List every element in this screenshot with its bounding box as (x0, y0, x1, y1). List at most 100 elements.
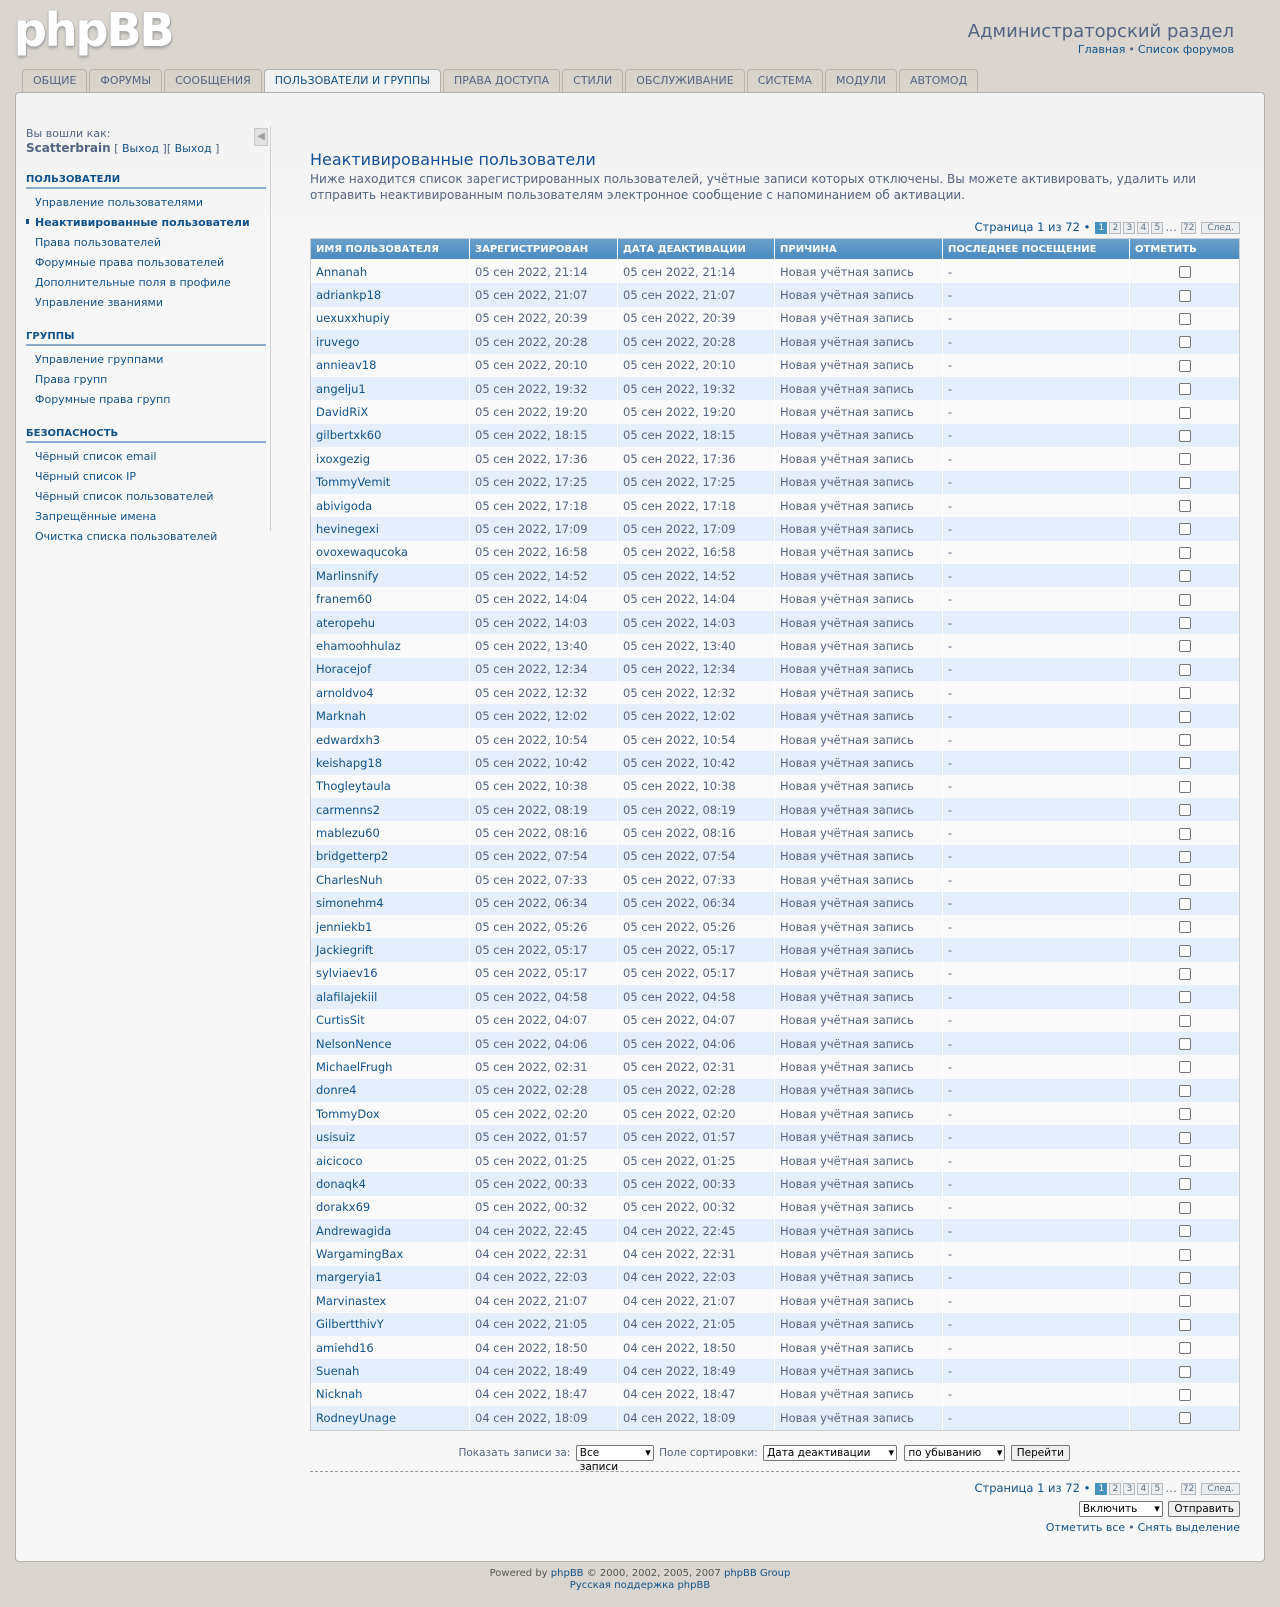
mark-checkbox[interactable] (1178, 1131, 1191, 1144)
username-link[interactable]: donre4 (311, 1078, 470, 1103)
username-link[interactable]: adriankp18 (311, 283, 470, 307)
username-link[interactable]: Nicknah (311, 1382, 470, 1407)
tab-2[interactable]: Форумы (89, 69, 163, 92)
mark-checkbox[interactable] (1178, 1084, 1191, 1097)
mark-checkbox[interactable] (1178, 1342, 1191, 1355)
mark-checkbox[interactable] (1178, 429, 1191, 442)
tab-9[interactable]: Модули (825, 69, 897, 92)
mark-checkbox[interactable] (1178, 1295, 1191, 1308)
username-link[interactable]: Andrewagida (311, 1219, 470, 1243)
forum-index-link[interactable]: Список форумов (1138, 43, 1234, 56)
username-link[interactable]: ateropehu (311, 610, 470, 635)
username-link[interactable]: carmenns2 (311, 797, 470, 822)
mark-checkbox[interactable] (1178, 874, 1191, 887)
sidebar-item[interactable]: Права пользователей (26, 233, 266, 253)
mark-checkbox[interactable] (1178, 804, 1191, 817)
mark-checkbox[interactable] (1178, 921, 1191, 934)
mark-checkbox[interactable] (1178, 1061, 1191, 1074)
phpbb-logo[interactable]: phpBB (14, 6, 175, 54)
tab-3[interactable]: Сообщения (164, 69, 262, 92)
mark-checkbox[interactable] (1178, 1108, 1191, 1121)
username-link[interactable]: angelju1 (311, 376, 470, 401)
username-link[interactable]: NelsonNence (311, 1031, 470, 1056)
username-link[interactable]: bridgetterp2 (311, 844, 470, 869)
mark-checkbox[interactable] (1178, 1412, 1191, 1425)
sort-order-select[interactable]: по убыванию (904, 1444, 1006, 1461)
username-link[interactable]: margeryia1 (311, 1265, 470, 1290)
mark-checkbox[interactable] (1178, 944, 1191, 957)
mark-checkbox[interactable] (1178, 546, 1191, 559)
show-records-select[interactable]: Все записи (575, 1444, 654, 1473)
mark-checkbox[interactable] (1178, 266, 1191, 279)
sidebar-item[interactable]: Права групп (26, 370, 266, 390)
mark-checkbox[interactable] (1178, 1201, 1191, 1214)
username-link[interactable]: Annanah (311, 260, 470, 284)
mark-checkbox[interactable] (1178, 1178, 1191, 1191)
username-link[interactable]: franem60 (311, 587, 470, 611)
tab-10[interactable]: Автомод (898, 69, 979, 92)
sort-field-select[interactable]: Дата деактивации (763, 1444, 898, 1461)
mark-checkbox[interactable] (1178, 523, 1191, 536)
username-link[interactable]: CurtisSit (311, 1008, 470, 1032)
col-reason[interactable]: Причина (775, 239, 943, 260)
tab-8[interactable]: Система (746, 69, 824, 92)
sidebar-item[interactable]: Чёрный список IP (26, 467, 266, 487)
mark-checkbox[interactable] (1178, 1225, 1191, 1238)
username-link[interactable]: TommyDox (311, 1102, 470, 1126)
username-link[interactable]: DavidRiX (311, 400, 470, 424)
mark-checkbox[interactable] (1178, 1248, 1191, 1261)
page-2[interactable]: 2 (1109, 222, 1122, 234)
col-username[interactable]: Имя пользователя (311, 239, 470, 260)
username-link[interactable]: Horacejof (311, 657, 470, 682)
mark-checkbox[interactable] (1178, 640, 1191, 653)
sidebar-item[interactable]: Дополнительные поля в профиле (26, 273, 266, 293)
username-link[interactable]: arnoldvo4 (311, 681, 470, 705)
mark-checkbox[interactable] (1178, 359, 1191, 372)
unmark-all-link[interactable]: Снять выделение (1138, 1521, 1240, 1534)
tab-1[interactable]: Общие (22, 69, 88, 92)
username-link[interactable]: CharlesNuh (311, 868, 470, 892)
mark-checkbox[interactable] (1178, 1388, 1191, 1401)
logout-link-2[interactable]: Выход (175, 142, 212, 155)
page-2[interactable]: 2 (1109, 1482, 1122, 1495)
username-link[interactable]: RodneyUnage (311, 1406, 470, 1430)
tab-7[interactable]: Обслуживание (625, 69, 745, 92)
page-5[interactable]: 5 (1151, 222, 1164, 234)
col-deactivated[interactable]: Дата деактивации (618, 239, 775, 260)
username-link[interactable]: donaqk4 (311, 1172, 470, 1196)
username-link[interactable]: WargamingBax (311, 1242, 470, 1266)
mark-checkbox[interactable] (1178, 593, 1191, 606)
page-last[interactable]: 72 (1180, 1482, 1197, 1495)
mark-checkbox[interactable] (1178, 757, 1191, 770)
username-link[interactable]: hevinegexi (311, 517, 470, 541)
mark-checkbox[interactable] (1178, 476, 1191, 489)
mark-checkbox[interactable] (1178, 453, 1191, 466)
sidebar-item[interactable]: Форумные права пользователей (26, 253, 266, 273)
go-button[interactable]: Перейти (1010, 1444, 1070, 1461)
page-4[interactable]: 4 (1137, 1482, 1150, 1495)
username-link[interactable]: Marvinastex (311, 1289, 470, 1313)
home-link[interactable]: Главная (1078, 43, 1126, 56)
mark-checkbox[interactable] (1178, 780, 1191, 793)
mark-checkbox[interactable] (1178, 897, 1191, 910)
username-link[interactable]: TommyVemit (311, 470, 470, 494)
page-3[interactable]: 3 (1123, 1482, 1136, 1495)
sidebar-item[interactable]: Управление пользователями (26, 193, 266, 213)
phpbb-group-link[interactable]: phpBB Group (724, 1568, 790, 1579)
username-link[interactable]: ovoxewaqucoka (311, 540, 470, 565)
username-link[interactable]: ixoxgezig (311, 447, 470, 471)
username-link[interactable]: keishapg18 (311, 751, 470, 775)
collapse-sidebar-icon[interactable]: ◀ (254, 128, 268, 146)
sidebar-item[interactable]: Чёрный список email (26, 447, 266, 467)
mark-checkbox[interactable] (1178, 570, 1191, 583)
mark-checkbox[interactable] (1178, 383, 1191, 396)
username-link[interactable]: Jackiegrift (311, 938, 470, 962)
next-page-button[interactable]: След. (1201, 1482, 1240, 1495)
sidebar-item[interactable]: Форумные права групп (26, 390, 266, 410)
mark-checkbox[interactable] (1178, 827, 1191, 840)
next-page-button[interactable]: След. (1201, 222, 1240, 234)
sidebar-item[interactable]: Управление группами (26, 350, 266, 370)
mark-checkbox[interactable] (1178, 1014, 1191, 1027)
username-link[interactable]: Marlinsnify (311, 564, 470, 588)
mark-checkbox[interactable] (1178, 1271, 1191, 1284)
